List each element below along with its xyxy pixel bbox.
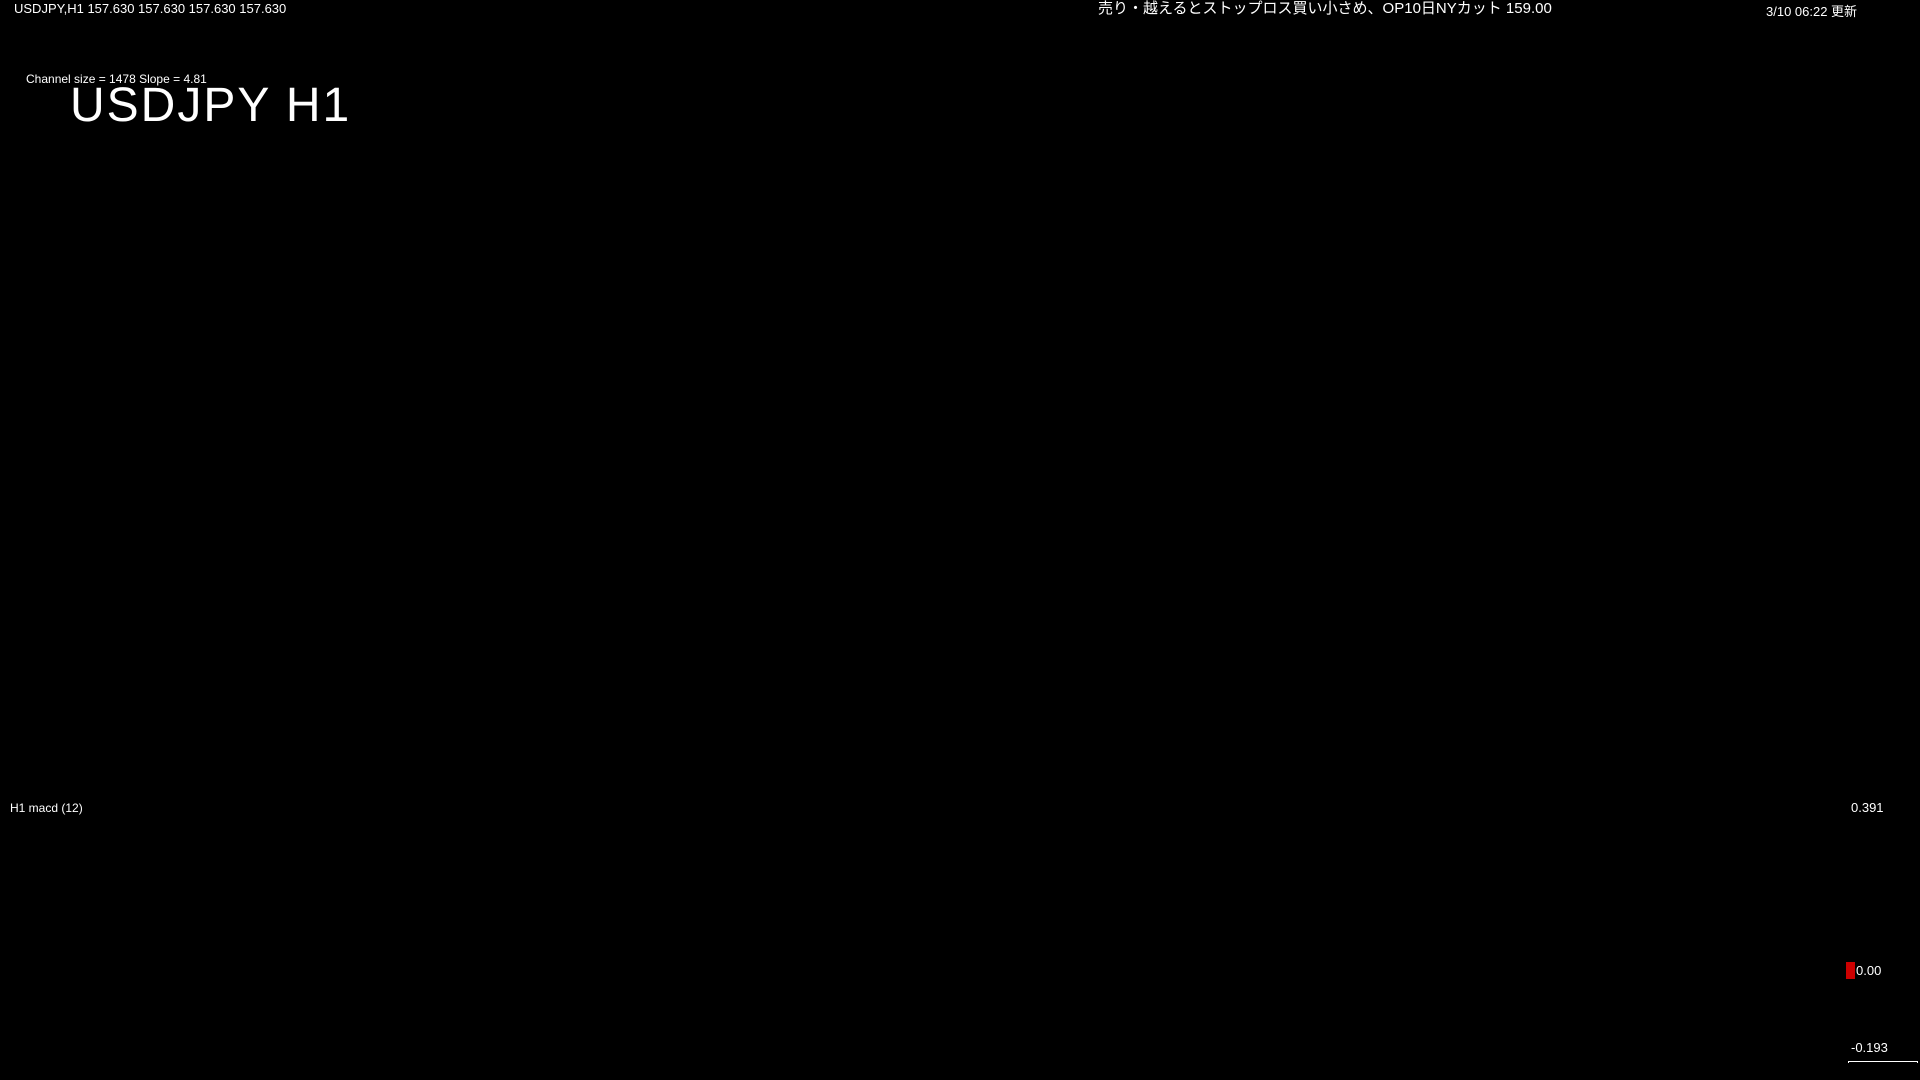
macd-zero-chip <box>1846 962 1855 979</box>
symbol-ohlc-title: USDJPY,H1 157.630 157.630 157.630 157.63… <box>14 1 286 16</box>
macd-min-label: -0.193 <box>1851 1040 1888 1055</box>
macd-zero-label: 0.00 <box>1856 963 1881 978</box>
macd-panel-title: H1 macd (12) <box>10 801 83 815</box>
top-sell-annotation: 売り・越えるとストップロス買い小さめ、OP10日NYカット 159.00 <box>1098 0 1552 18</box>
macd-max-label: 0.391 <box>1851 800 1884 815</box>
update-timestamp: 3/10 06:22 更新 <box>1766 1 1857 20</box>
chart-canvas[interactable] <box>0 0 1920 1080</box>
window-title-bar: USDJPY,H1 157.630 157.630 157.630 157.63… <box>0 0 1920 16</box>
trading-app-window: USDJPY,H1 157.630 157.630 157.630 157.63… <box>0 0 1920 1080</box>
chart-big-title: USDJPY H1 <box>70 78 351 133</box>
timeline-bar[interactable] <box>0 1063 1920 1080</box>
